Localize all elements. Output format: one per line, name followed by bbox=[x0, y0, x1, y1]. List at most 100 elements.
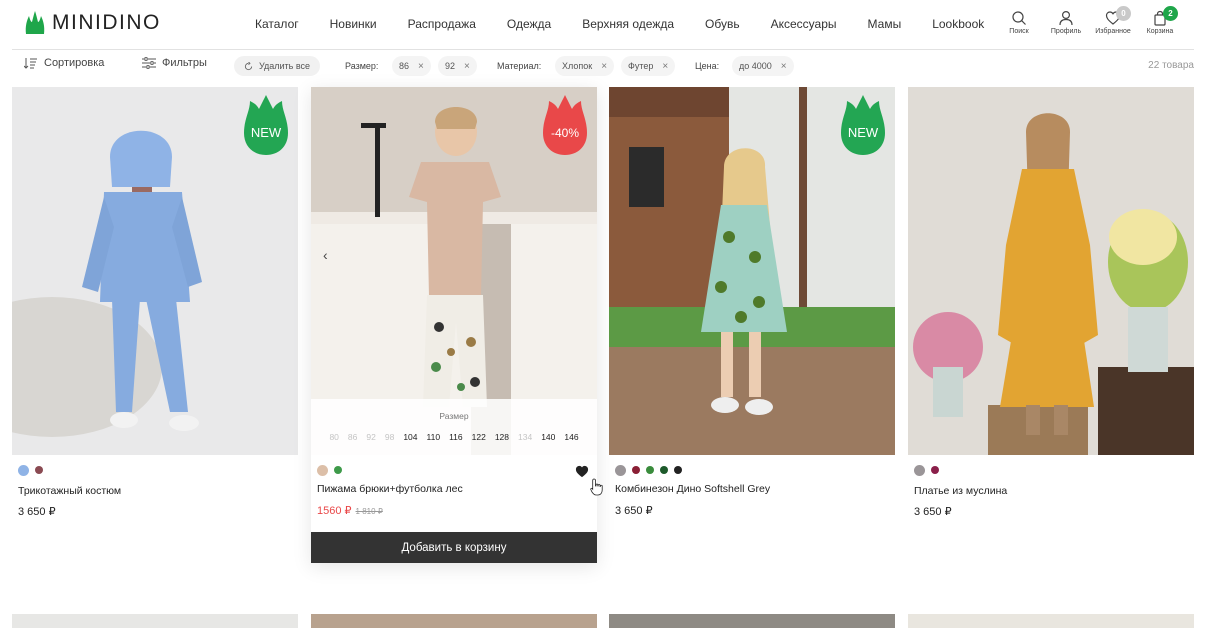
profile-label: Профиль bbox=[1050, 28, 1082, 35]
material-chip-cotton[interactable]: Хлопок × bbox=[555, 56, 615, 76]
product-name[interactable]: Комбинезон Дино Softshell Grey bbox=[615, 483, 770, 495]
next-row-product-image[interactable] bbox=[609, 614, 895, 628]
product-price: 3 650 ₽ bbox=[914, 506, 952, 518]
size-picker: Размер 80 86 92 98 104 110 116 122 128 134 140 146 bbox=[311, 399, 597, 455]
user-icon bbox=[1059, 10, 1073, 26]
size-picker-title: Размер bbox=[439, 411, 469, 421]
profile-button[interactable]: Профиль bbox=[1044, 8, 1088, 35]
color-swatch[interactable] bbox=[334, 466, 342, 474]
main-nav: Каталог Новинки Распродажа Одежда Верхня… bbox=[255, 17, 984, 31]
old-price: 1 810 ₽ bbox=[355, 507, 383, 516]
favorite-heart-icon[interactable] bbox=[575, 465, 589, 478]
new-badge-icon: NEW bbox=[244, 95, 288, 155]
nav-sale[interactable]: Распродажа bbox=[408, 17, 476, 31]
remove-chip-icon[interactable]: × bbox=[662, 61, 668, 72]
nav-shoes[interactable]: Обувь bbox=[705, 17, 740, 31]
search-label: Поиск bbox=[1009, 28, 1029, 35]
filter-bar: Сортировка Фильтры Удалить все Размер: 8… bbox=[12, 53, 1194, 79]
logo[interactable]: MINIDINO bbox=[24, 10, 161, 36]
nav-clothes[interactable]: Одежда bbox=[507, 17, 551, 31]
color-swatch[interactable] bbox=[914, 465, 925, 476]
product-name[interactable]: Платье из муслина bbox=[914, 485, 1007, 497]
remove-chip-icon[interactable]: × bbox=[418, 61, 424, 72]
cart-button[interactable]: 2 Корзина bbox=[1138, 6, 1182, 35]
size-option[interactable]: 146 bbox=[564, 432, 578, 442]
size-option: 98 bbox=[384, 432, 395, 442]
price-chip[interactable]: до 4000 × bbox=[732, 56, 794, 76]
color-swatch[interactable] bbox=[317, 465, 328, 476]
size-filter-label: Размер: bbox=[345, 61, 379, 71]
result-count: 22 товара bbox=[1148, 60, 1194, 71]
color-swatches bbox=[317, 465, 342, 476]
color-swatch[interactable] bbox=[646, 466, 654, 474]
site-header: MINIDINO Каталог Новинки Распродажа Одеж… bbox=[12, 0, 1194, 50]
header-actions: Поиск Профиль 0 Избранное 2 Корзина bbox=[994, 6, 1182, 35]
chip-label: 86 bbox=[399, 61, 410, 71]
material-chip-fleece[interactable]: Футер × bbox=[621, 56, 676, 76]
cart-label: Корзина bbox=[1146, 28, 1174, 35]
color-swatch[interactable] bbox=[660, 466, 668, 474]
color-swatches bbox=[914, 465, 939, 476]
product-price: 3 650 ₽ bbox=[18, 506, 56, 518]
favorites-button[interactable]: 0 Избранное bbox=[1091, 6, 1135, 35]
product-price: 3 650 ₽ bbox=[615, 505, 653, 517]
size-option[interactable]: 140 bbox=[541, 432, 555, 442]
color-swatch[interactable] bbox=[35, 466, 43, 474]
add-to-cart-button[interactable]: Добавить в корзину bbox=[311, 532, 597, 563]
color-swatches bbox=[18, 465, 43, 476]
size-chip-92[interactable]: 92 × bbox=[438, 56, 477, 76]
color-swatch[interactable] bbox=[632, 466, 640, 474]
color-swatch[interactable] bbox=[931, 466, 939, 474]
chip-label: Хлопок bbox=[562, 61, 593, 71]
nav-accessories[interactable]: Аксессуары bbox=[771, 17, 837, 31]
hand-cursor-icon bbox=[590, 478, 603, 496]
size-option[interactable]: 116 bbox=[449, 432, 463, 442]
favorites-count-badge: 0 bbox=[1116, 6, 1131, 21]
color-swatch[interactable] bbox=[18, 465, 29, 476]
sort-button[interactable]: Сортировка bbox=[24, 57, 104, 69]
badge-label: NEW bbox=[251, 125, 282, 140]
chip-label: Футер bbox=[628, 61, 654, 71]
nav-lookbook[interactable]: Lookbook bbox=[932, 17, 984, 31]
next-row-product-image[interactable] bbox=[908, 614, 1194, 628]
price-filter-label: Цена: bbox=[695, 61, 720, 71]
discount-badge-icon: -40% bbox=[543, 95, 587, 155]
product-card[interactable]: ‹ -40% Размер 80 86 92 98 104 110 116 122 128 134… bbox=[311, 87, 597, 563]
remove-chip-icon[interactable]: × bbox=[601, 61, 607, 72]
search-icon bbox=[1012, 11, 1026, 25]
product-name[interactable]: Трикотажный костюм bbox=[18, 485, 121, 497]
reset-icon bbox=[244, 61, 253, 70]
product-name[interactable]: Пижама брюки+футболка лес bbox=[317, 483, 463, 495]
next-row-product-image[interactable] bbox=[12, 614, 298, 628]
material-filter-label: Материал: bbox=[497, 61, 542, 71]
size-option[interactable]: 110 bbox=[427, 432, 441, 442]
filters-label: Фильтры bbox=[162, 57, 207, 69]
remove-chip-icon[interactable]: × bbox=[464, 61, 470, 72]
nav-catalog[interactable]: Каталог bbox=[255, 17, 299, 31]
color-swatch[interactable] bbox=[615, 465, 626, 476]
color-swatch[interactable] bbox=[674, 466, 682, 474]
product-image[interactable] bbox=[908, 87, 1194, 455]
nav-new[interactable]: Новинки bbox=[330, 17, 377, 31]
size-option: 92 bbox=[366, 432, 376, 442]
size-option[interactable]: 122 bbox=[472, 432, 486, 442]
search-button[interactable]: Поиск bbox=[997, 8, 1041, 35]
remove-chip-icon[interactable]: × bbox=[781, 61, 787, 72]
filters-button[interactable]: Фильтры bbox=[142, 57, 207, 69]
sort-label: Сортировка bbox=[44, 57, 105, 69]
size-option[interactable]: 104 bbox=[403, 432, 417, 442]
new-badge-icon: NEW bbox=[841, 95, 885, 155]
previous-image-arrow-icon[interactable]: ‹ bbox=[323, 247, 328, 263]
badge-label: -40% bbox=[551, 126, 579, 140]
favorites-label: Избранное bbox=[1095, 28, 1131, 35]
cart-count-badge: 2 bbox=[1163, 6, 1178, 21]
next-row-product-image[interactable] bbox=[311, 614, 597, 628]
clear-all-filters-button[interactable]: Удалить все bbox=[234, 56, 321, 76]
badge-label: NEW bbox=[848, 125, 879, 140]
nav-moms[interactable]: Мамы bbox=[868, 17, 902, 31]
size-chip-86[interactable]: 86 × bbox=[392, 56, 431, 76]
nav-outerwear[interactable]: Верхняя одежда bbox=[582, 17, 674, 31]
size-option[interactable]: 128 bbox=[495, 432, 509, 442]
size-option: 86 bbox=[347, 432, 358, 442]
sort-icon bbox=[24, 58, 37, 69]
